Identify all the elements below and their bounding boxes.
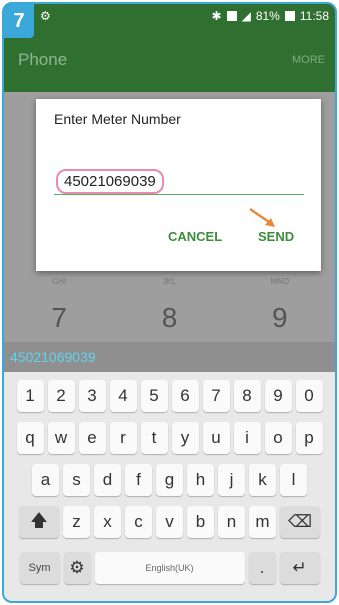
signal-icon: ◢	[241, 9, 251, 23]
key-3[interactable]: 3	[78, 380, 106, 412]
dial-sub-label: GHI	[52, 277, 67, 286]
key-s[interactable]: s	[63, 464, 90, 496]
backspace-icon: ⌫	[287, 512, 313, 531]
key-i[interactable]: i	[233, 422, 261, 454]
key-l[interactable]: l	[280, 464, 307, 496]
key-c[interactable]: c	[125, 506, 152, 538]
status-bar: ⚙ ✱ ◢ 81% 11:58	[4, 4, 335, 30]
meter-number-input[interactable]: 45021069039	[54, 167, 304, 195]
keyboard-row-qwerty: q w e r t y u i o p	[4, 422, 335, 454]
dial-key-8[interactable]: 8	[114, 302, 224, 334]
key-7[interactable]: 7	[202, 380, 230, 412]
more-button[interactable]: MORE	[292, 54, 325, 66]
backspace-key[interactable]: ⌫	[280, 506, 320, 538]
send-button[interactable]: SEND	[258, 229, 294, 244]
key-9[interactable]: 9	[264, 380, 292, 412]
key-p[interactable]: p	[295, 422, 323, 454]
enter-icon: ↵	[292, 558, 307, 577]
dial-key-9[interactable]: 9	[225, 302, 335, 334]
enter-key[interactable]: ↵	[279, 552, 320, 584]
key-j[interactable]: j	[218, 464, 245, 496]
bluetooth-icon: ✱	[211, 9, 222, 23]
sym-key[interactable]: Sym	[19, 552, 60, 584]
key-2[interactable]: 2	[47, 380, 75, 412]
keyboard-row-zxcv: 🡅 z x c v b n m ⌫	[4, 506, 335, 538]
clock: 11:58	[299, 9, 329, 23]
keyboard: 1 2 3 4 5 6 7 8 9 0 q w e r t y u i o p …	[4, 372, 335, 601]
battery-percent: 81%	[255, 9, 280, 23]
key-a[interactable]: a	[32, 464, 59, 496]
status-icons-left: ⚙	[40, 9, 51, 23]
key-1[interactable]: 1	[16, 380, 44, 412]
keyboard-row-numbers: 1 2 3 4 5 6 7 8 9 0	[4, 380, 335, 412]
keyboard-row-asdf: a s d f g h j k l	[4, 464, 335, 496]
key-0[interactable]: 0	[295, 380, 323, 412]
shift-icon: 🡅	[30, 510, 48, 530]
step-badge: 7	[4, 4, 34, 38]
key-f[interactable]: f	[125, 464, 152, 496]
meter-number-value: 45021069039	[56, 169, 164, 194]
dialed-number-display: 45021069039	[4, 342, 335, 372]
key-4[interactable]: 4	[109, 380, 137, 412]
app-bar: Phone MORE	[4, 30, 335, 92]
dial-sub-row: GHI JKL MNO	[4, 277, 335, 286]
key-v[interactable]: v	[156, 506, 183, 538]
key-q[interactable]: q	[16, 422, 44, 454]
key-8[interactable]: 8	[233, 380, 261, 412]
settings-key[interactable]: ⚙	[63, 552, 91, 584]
key-u[interactable]: u	[202, 422, 230, 454]
gear-icon: ⚙	[69, 558, 85, 577]
arrow-icon	[249, 207, 275, 227]
app-title: Phone	[18, 50, 68, 69]
key-b[interactable]: b	[187, 506, 214, 538]
period-key[interactable]: .	[248, 552, 276, 584]
key-h[interactable]: h	[187, 464, 214, 496]
dial-digit-row: 7 8 9	[4, 302, 335, 334]
dialog-title: Enter Meter Number	[54, 111, 181, 127]
cancel-button[interactable]: CANCEL	[168, 229, 222, 244]
key-z[interactable]: z	[63, 506, 90, 538]
key-6[interactable]: 6	[171, 380, 199, 412]
key-m[interactable]: m	[249, 506, 276, 538]
key-e[interactable]: e	[78, 422, 106, 454]
key-y[interactable]: y	[171, 422, 199, 454]
key-r[interactable]: r	[109, 422, 137, 454]
dial-sub-label: MNO	[270, 277, 290, 286]
battery-icon	[284, 11, 295, 21]
dial-key-7[interactable]: 7	[4, 302, 114, 334]
key-o[interactable]: o	[264, 422, 292, 454]
meter-number-dialog: Enter Meter Number 45021069039 CANCEL SE…	[36, 99, 321, 271]
dial-sub-label: JKL	[162, 277, 177, 286]
shift-key[interactable]: 🡅	[19, 506, 59, 538]
key-n[interactable]: n	[218, 506, 245, 538]
key-g[interactable]: g	[156, 464, 183, 496]
key-x[interactable]: x	[94, 506, 121, 538]
space-key[interactable]: English(UK)	[94, 552, 245, 584]
key-w[interactable]: w	[47, 422, 75, 454]
keyboard-row-bottom: Sym ⚙ English(UK) . ↵	[4, 552, 335, 584]
screenshot-frame: 7 ⚙ ✱ ◢ 81% 11:58 Phone MORE GHI JKL MNO…	[2, 2, 337, 603]
status-icons-right: ✱ ◢ 81% 11:58	[212, 9, 329, 23]
key-d[interactable]: d	[94, 464, 121, 496]
key-t[interactable]: t	[140, 422, 168, 454]
sim-icon	[226, 11, 237, 21]
key-k[interactable]: k	[249, 464, 276, 496]
key-5[interactable]: 5	[140, 380, 168, 412]
